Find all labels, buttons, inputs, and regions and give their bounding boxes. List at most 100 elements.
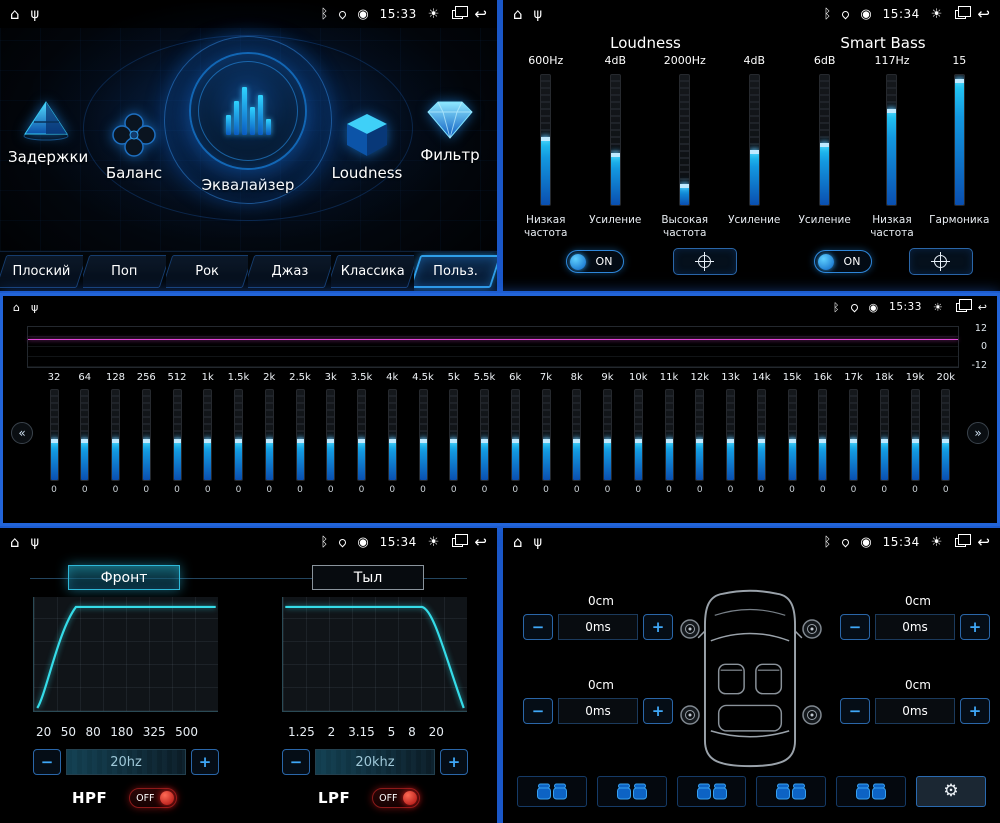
menu-item-delays[interactable]: Задержки [8,98,84,166]
delay-plus-button[interactable]: + [643,698,673,724]
seat-preset-button-4[interactable] [756,776,826,807]
brightness-icon[interactable]: ☀ [933,302,943,313]
scroll-left-button[interactable]: « [11,422,33,444]
vertical-slider[interactable] [886,74,897,206]
tab-front[interactable]: Фронт [68,565,180,590]
band-slider[interactable] [849,389,858,481]
hpf-toggle[interactable]: OFF [129,788,177,808]
back-icon[interactable]: ↩ [474,535,487,550]
delay-plus-button[interactable]: + [643,614,673,640]
band-slider[interactable] [50,389,59,481]
seat-preset-button-3[interactable] [677,776,747,807]
back-icon[interactable]: ↩ [978,302,987,313]
band-slider[interactable] [480,389,489,481]
brightness-icon[interactable]: ☀ [931,8,943,21]
band-slider[interactable] [296,389,305,481]
seat-preset-button-1[interactable] [517,776,587,807]
lpf-toggle[interactable]: OFF [372,788,420,808]
band-slider[interactable] [80,389,89,481]
home-icon[interactable]: ⌂ [10,535,20,550]
back-icon[interactable]: ↩ [474,7,487,22]
band-slider[interactable] [880,389,889,481]
home-icon[interactable]: ⌂ [513,7,523,22]
vertical-slider[interactable] [610,74,621,206]
vertical-slider[interactable] [954,74,965,206]
band-slider[interactable] [665,389,674,481]
band-slider[interactable] [203,389,212,481]
lpf-plus-button[interactable]: + [440,749,468,775]
preset-tab[interactable]: Классика [331,252,414,291]
eq-curve-display [27,326,959,368]
menu-item-equalizer[interactable]: Эквалайзер [172,52,324,194]
band-slider[interactable] [941,389,950,481]
band-slider[interactable] [511,389,520,481]
preset-tab[interactable]: Поп [83,252,166,291]
smartbass-controls: ON [795,248,991,275]
band-slider[interactable] [326,389,335,481]
band-slider[interactable] [603,389,612,481]
slider-column: 117Hz Низкая частота [859,54,925,242]
band-frequency-label: 16k [813,372,832,386]
band-slider[interactable] [726,389,735,481]
menu-item-filter[interactable]: Фильтр [410,98,490,164]
band-slider[interactable] [911,389,920,481]
vertical-slider[interactable] [540,74,551,206]
tab-rear[interactable]: Тыл [312,565,424,590]
delay-plus-button[interactable]: + [960,698,990,724]
delay-minus-button[interactable]: − [523,614,553,640]
car-diagram [690,586,810,772]
menu-item-loudness[interactable]: Loudness [324,112,410,182]
hpf-plus-button[interactable]: + [191,749,219,775]
preset-tab[interactable]: Джаз [248,252,331,291]
band-slider[interactable] [542,389,551,481]
band-slider[interactable] [695,389,704,481]
vertical-slider[interactable] [819,74,830,206]
delay-minus-button[interactable]: − [840,614,870,640]
lpf-minus-button[interactable]: − [282,749,310,775]
brightness-icon[interactable]: ☀ [428,536,440,549]
recent-apps-icon[interactable] [956,303,967,312]
band-slider[interactable] [173,389,182,481]
band-slider[interactable] [419,389,428,481]
eq-band: 7k 0 [533,372,559,495]
band-slider[interactable] [388,389,397,481]
recent-apps-icon[interactable] [955,10,966,19]
recent-apps-icon[interactable] [452,538,463,547]
band-slider[interactable] [788,389,797,481]
settings-button[interactable]: ⚙ [916,776,986,807]
smartbass-target-button[interactable] [909,248,973,275]
vertical-slider[interactable] [749,74,760,206]
loudness-target-button[interactable] [673,248,737,275]
home-icon[interactable]: ⌂ [10,7,20,22]
delay-minus-button[interactable]: − [840,698,870,724]
band-frequency-label: 17k [844,372,863,386]
band-slider[interactable] [572,389,581,481]
preset-tab[interactable]: Рок [166,252,249,291]
hpf-minus-button[interactable]: − [33,749,61,775]
delay-minus-button[interactable]: − [523,698,553,724]
back-icon[interactable]: ↩ [977,7,990,22]
hpf-frequency-slider[interactable]: 20hz [66,749,186,775]
band-slider[interactable] [234,389,243,481]
band-frequency-label: 12k [690,372,709,386]
band-slider[interactable] [634,389,643,481]
preset-tab[interactable]: Польз. [414,252,497,291]
vertical-slider[interactable] [679,74,690,206]
seat-preset-button-5[interactable] [836,776,906,807]
band-slider[interactable] [818,389,827,481]
band-slider[interactable] [142,389,151,481]
loudness-on-toggle[interactable]: ON [566,250,624,273]
menu-item-balance[interactable]: Баланс [92,112,176,182]
band-slider[interactable] [111,389,120,481]
smartbass-on-toggle[interactable]: ON [814,250,872,273]
band-slider[interactable] [449,389,458,481]
band-slider[interactable] [757,389,766,481]
band-slider[interactable] [265,389,274,481]
preset-tab[interactable]: Плоский [0,252,83,291]
band-slider[interactable] [357,389,366,481]
delay-plus-button[interactable]: + [960,614,990,640]
home-icon[interactable]: ⌂ [13,302,20,313]
scroll-right-button[interactable]: » [967,422,989,444]
seat-preset-button-2[interactable] [597,776,667,807]
lpf-frequency-slider[interactable]: 20khz [315,749,435,775]
